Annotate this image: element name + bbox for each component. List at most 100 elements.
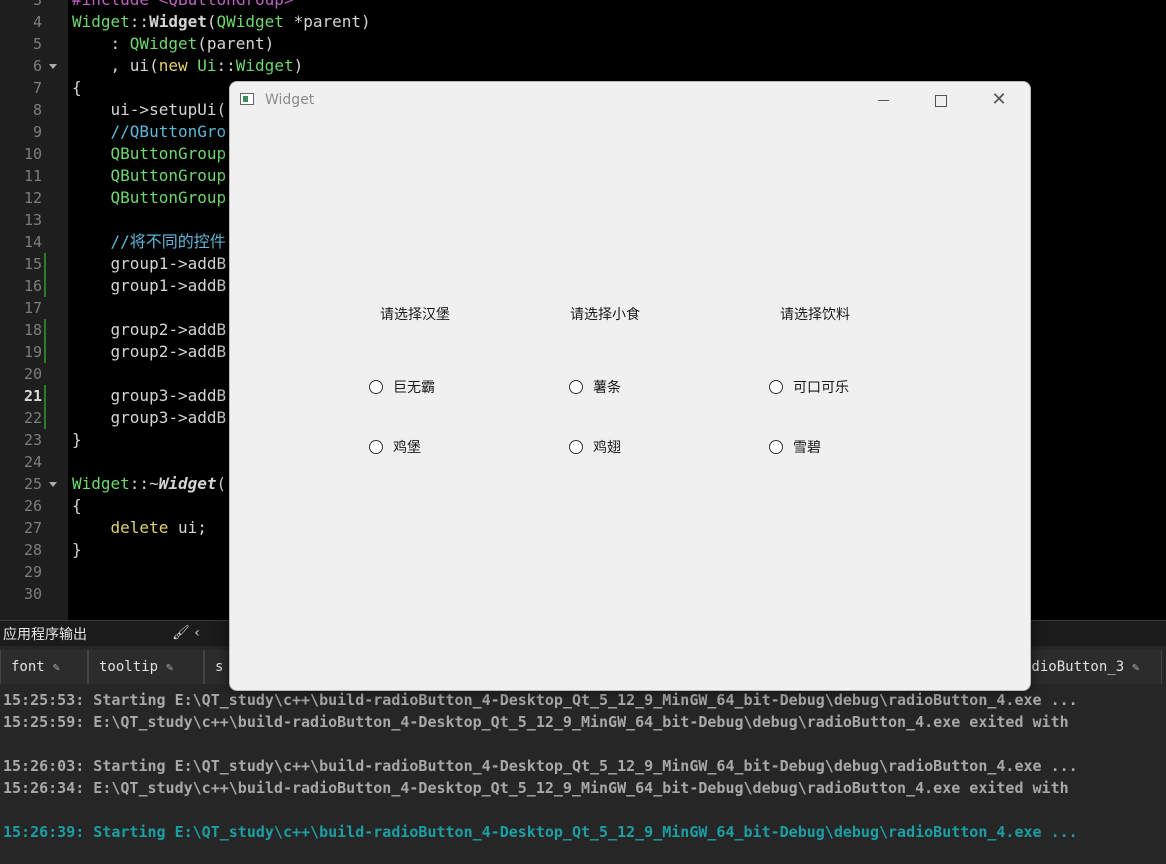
line-number: 5 bbox=[32, 35, 42, 53]
line-number: 22 bbox=[23, 409, 42, 427]
application-output-log[interactable]: 15:25:53: Starting E:\QT_study\c++\build… bbox=[0, 686, 1166, 864]
line-number: 8 bbox=[32, 101, 42, 119]
minimize-button[interactable] bbox=[854, 82, 912, 118]
code-line[interactable]: group1->addB bbox=[72, 275, 227, 297]
log-line: 15:25:53: Starting E:\QT_study\c++\build… bbox=[3, 691, 1078, 709]
code-token: group1->addB bbox=[72, 276, 227, 295]
output-tab-label: tooltip bbox=[99, 659, 159, 675]
maximize-icon bbox=[935, 94, 947, 107]
code-line[interactable]: delete ui; bbox=[72, 517, 207, 539]
code-line[interactable]: } bbox=[72, 539, 82, 561]
code-token: (parent) bbox=[197, 34, 275, 53]
code-token: Widget bbox=[158, 474, 217, 493]
code-line[interactable]: group2->addB bbox=[72, 319, 227, 341]
code-token: ( bbox=[216, 474, 227, 493]
line-number: 13 bbox=[23, 211, 42, 229]
code-token: group3->addB bbox=[72, 408, 227, 427]
output-tab[interactable]: font ✎ bbox=[0, 650, 88, 684]
radio-circle-icon bbox=[369, 380, 383, 394]
pin-icon[interactable]: ✎ bbox=[166, 660, 173, 674]
fold-arrow-icon[interactable] bbox=[49, 64, 57, 69]
code-token: #include <QButtonGroup> bbox=[72, 0, 294, 9]
change-marker bbox=[44, 275, 46, 297]
output-pane-tools[interactable]: 🖌 ‹ bbox=[172, 625, 200, 641]
change-marker bbox=[44, 385, 46, 407]
code-token: ui->setupUi( bbox=[72, 100, 227, 119]
radio-circle-icon bbox=[769, 440, 783, 454]
radio-label: 巨无霸 bbox=[393, 380, 435, 396]
code-line[interactable]: { bbox=[72, 495, 82, 517]
code-token: ) bbox=[293, 56, 304, 75]
code-line[interactable]: , ui(new Ui::Widget) bbox=[72, 55, 304, 77]
code-line[interactable]: //将不同的控件 bbox=[72, 231, 226, 253]
minimize-icon bbox=[877, 100, 889, 101]
code-token: } bbox=[72, 430, 82, 449]
line-number: 11 bbox=[23, 167, 42, 185]
code-token: { bbox=[72, 78, 82, 97]
pin-icon[interactable]: ✎ bbox=[1132, 660, 1139, 674]
widget-window: Widget ✕ 请选择汉堡 巨无霸 鸡堡 请选择小食 薯条 鸡翅 请选择饮料 可口可乐 雪碧 bbox=[229, 81, 1031, 691]
output-tab[interactable]: tooltip ✎ bbox=[88, 650, 204, 684]
code-token: new bbox=[158, 56, 188, 75]
group-label: 请选择小食 bbox=[570, 307, 640, 323]
code-line[interactable]: QButtonGroup bbox=[72, 187, 227, 209]
code-line[interactable]: //QButtonGro bbox=[72, 121, 227, 143]
radio-circle-icon bbox=[369, 440, 383, 454]
code-token: QWidget bbox=[129, 34, 198, 53]
line-number: 21 bbox=[23, 387, 42, 405]
line-number: 23 bbox=[23, 431, 42, 449]
code-token: Ui bbox=[197, 56, 217, 75]
radio-label: 雪碧 bbox=[793, 440, 821, 456]
radio-circle-icon bbox=[569, 380, 583, 394]
radio-label: 薯条 bbox=[593, 380, 621, 396]
line-number: 14 bbox=[23, 233, 42, 251]
code-line[interactable]: group2->addB bbox=[72, 341, 227, 363]
log-line: 15:25:59: E:\QT_study\c++\build-radioBut… bbox=[3, 713, 1069, 731]
window-title: Widget bbox=[265, 92, 315, 108]
code-line[interactable]: group3->addB bbox=[72, 407, 227, 429]
line-number: 7 bbox=[32, 79, 42, 97]
code-token: Widget bbox=[72, 474, 130, 493]
window-titlebar[interactable]: Widget ✕ bbox=[230, 82, 1030, 118]
code-line[interactable]: QButtonGroup bbox=[72, 143, 227, 165]
line-number: 29 bbox=[23, 563, 42, 581]
code-line[interactable]: Widget::~Widget( bbox=[72, 473, 226, 495]
code-line[interactable]: group1->addB bbox=[72, 253, 227, 275]
pin-icon[interactable]: ✎ bbox=[53, 660, 60, 674]
code-line[interactable]: ui->setupUi( bbox=[72, 99, 227, 121]
code-line[interactable]: Widget::Widget(QWidget *parent) bbox=[72, 11, 371, 33]
change-marker bbox=[44, 253, 46, 275]
maximize-button[interactable] bbox=[912, 82, 970, 118]
code-line[interactable]: group3->addB bbox=[72, 385, 227, 407]
radio-circle-icon bbox=[569, 440, 583, 454]
code-token: { bbox=[72, 496, 82, 515]
code-token: } bbox=[72, 540, 82, 559]
change-marker bbox=[44, 407, 46, 429]
code-line[interactable]: { bbox=[72, 77, 82, 99]
line-number: 25 bbox=[23, 475, 42, 493]
group-label: 请选择汉堡 bbox=[380, 307, 450, 323]
output-tab-label: adioButton_3 bbox=[1023, 659, 1125, 675]
code-token: group1->addB bbox=[72, 254, 227, 273]
code-token: *parent) bbox=[283, 12, 371, 31]
line-number: 24 bbox=[23, 453, 42, 471]
code-token: ( bbox=[206, 12, 217, 31]
output-tab-label: s bbox=[215, 659, 224, 675]
code-line[interactable]: : QWidget(parent) bbox=[72, 33, 275, 55]
code-token: QButtonGroup bbox=[110, 144, 227, 163]
code-line[interactable]: } bbox=[72, 429, 82, 451]
fold-arrow-icon[interactable] bbox=[49, 482, 57, 487]
code-token: Widget bbox=[72, 12, 130, 31]
code-line[interactable]: QButtonGroup bbox=[72, 165, 227, 187]
close-button[interactable]: ✕ bbox=[970, 82, 1028, 118]
output-tab[interactable]: adioButton_3 ✎ bbox=[1012, 650, 1162, 684]
radio-label: 鸡翅 bbox=[593, 440, 621, 456]
line-number: 12 bbox=[23, 189, 42, 207]
code-line[interactable]: #include <QButtonGroup> bbox=[72, 0, 294, 11]
code-token: ::~ bbox=[129, 474, 159, 493]
